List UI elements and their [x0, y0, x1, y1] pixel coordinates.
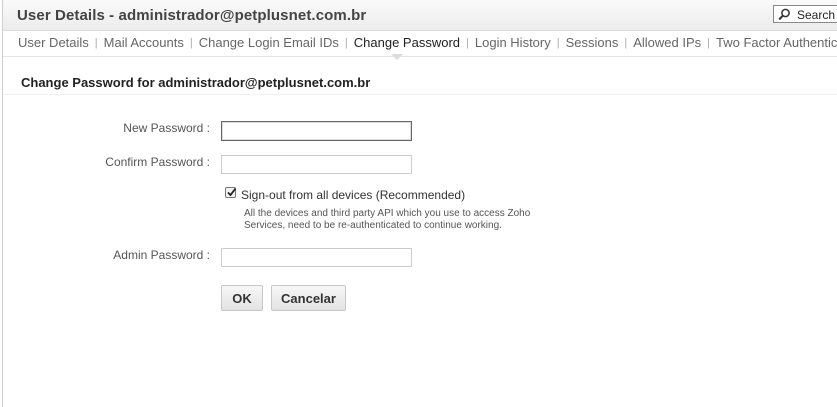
tab-mail-accounts[interactable]: Mail Accounts: [104, 35, 184, 50]
new-password-label: New Password :: [123, 121, 210, 135]
admin-password-field[interactable]: [221, 248, 412, 267]
admin-password-label: Admin Password :: [113, 248, 210, 262]
tab-change-password[interactable]: Change Password: [354, 35, 460, 50]
new-password-field[interactable]: [221, 121, 412, 141]
tab-separator: |: [466, 37, 469, 49]
search-box[interactable]: Search U: [773, 5, 837, 23]
tab-separator: |: [344, 37, 348, 49]
search-label: Search U: [797, 8, 837, 22]
form-title: Change Password for administrador@petplu…: [21, 75, 371, 90]
confirm-password-field[interactable]: [221, 155, 412, 174]
ok-button[interactable]: OK: [221, 285, 263, 311]
tab-allowed-ips[interactable]: Allowed IPs: [633, 35, 701, 50]
tab-user-details[interactable]: User Details: [18, 35, 89, 50]
tab-separator: |: [189, 37, 193, 49]
tab-change-login-email-ids[interactable]: Change Login Email IDs: [199, 35, 339, 50]
checkmark-icon: [227, 187, 237, 197]
divider: [3, 94, 837, 95]
signout-checkbox[interactable]: [225, 187, 237, 198]
tab-sessions[interactable]: Sessions: [566, 35, 619, 50]
tab-bar: User Details | Mail Accounts | Change Login …: [3, 31, 837, 57]
active-tab-indicator: [391, 54, 403, 60]
confirm-password-label: Confirm Password :: [105, 155, 210, 169]
tab-two-factor-authentication[interactable]: Two Factor Authentication: [716, 35, 837, 50]
tab-separator: |: [707, 37, 710, 49]
signout-checkbox-label[interactable]: Sign-out from all devices (Recommended): [241, 188, 465, 202]
page-header: User Details - administrador@petplusnet.…: [3, 0, 837, 31]
page-frame: [2, 0, 837, 407]
tab-login-history[interactable]: Login History: [475, 35, 551, 50]
cancel-button[interactable]: Cancelar: [271, 285, 346, 311]
tab-separator: |: [94, 37, 98, 49]
page-title: User Details - administrador@petplusnet.…: [17, 7, 367, 24]
tab-separator: |: [624, 37, 628, 49]
tab-separator: |: [556, 37, 560, 49]
signout-note: All the devices and third party API whic…: [244, 208, 531, 231]
search-icon: [778, 8, 790, 21]
